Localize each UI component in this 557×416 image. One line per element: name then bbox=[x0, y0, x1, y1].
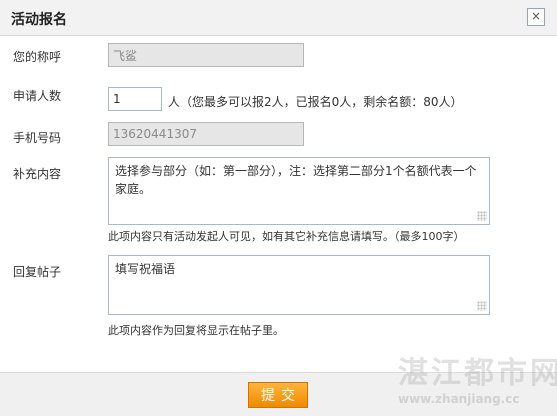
resize-grip-icon[interactable] bbox=[477, 211, 487, 221]
nickname-label: 您的称呼 bbox=[13, 50, 62, 64]
reply-hint: 此项内容作为回复将显示在帖子里。 bbox=[108, 324, 284, 337]
reply-label: 回复帖子 bbox=[13, 265, 62, 279]
applicants-count-input[interactable] bbox=[108, 87, 162, 111]
extra-hint: 此项内容只有活动发起人可见，如有其它补充信息请填写。（最多100字） bbox=[108, 230, 465, 243]
phone-label: 手机号码 bbox=[13, 131, 62, 145]
extra-content-textarea[interactable]: 选择参与部分（如：第一部分），注：选择第二部分1个名额代表一个家庭。 bbox=[108, 157, 490, 225]
extra-label: 补充内容 bbox=[13, 167, 62, 181]
applicants-label: 申请人数 bbox=[13, 89, 62, 103]
phone-field[interactable] bbox=[108, 122, 304, 146]
nickname-field[interactable] bbox=[108, 43, 304, 67]
resize-grip-icon[interactable] bbox=[477, 301, 487, 311]
close-icon[interactable]: × bbox=[527, 8, 545, 26]
dialog-titlebar: 活动报名 × bbox=[0, 0, 557, 36]
reply-textarea[interactable]: 填写祝福语 bbox=[108, 255, 490, 315]
dialog-footer: 提交 bbox=[0, 372, 557, 416]
registration-dialog: 活动报名 × 您的称呼 申请人数 人（您最多可以报2人，已报名0人，剩余名额：8… bbox=[0, 0, 557, 416]
dialog-title: 活动报名 bbox=[11, 12, 67, 28]
applicants-hint: 人（您最多可以报2人，已报名0人，剩余名额：80人） bbox=[168, 95, 463, 109]
submit-button[interactable]: 提交 bbox=[248, 382, 308, 408]
